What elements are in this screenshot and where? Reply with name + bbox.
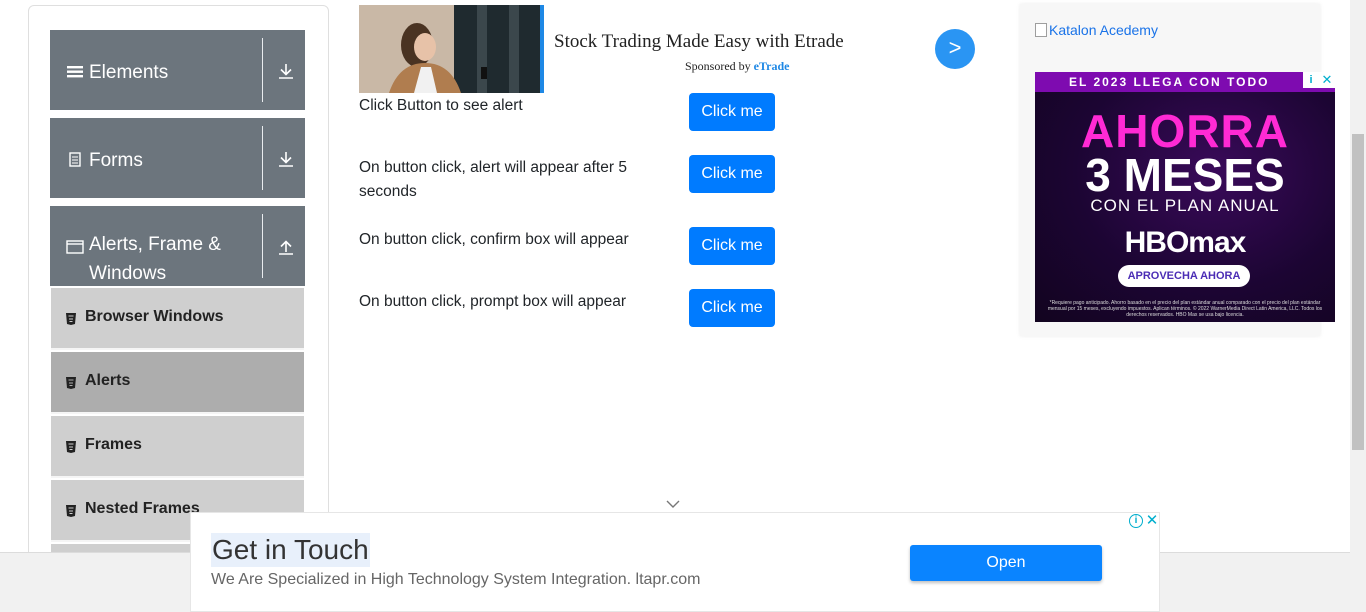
banner-cta-button[interactable]: APROVECHA AHORA — [1118, 265, 1250, 287]
chevron-down-icon[interactable] — [666, 499, 680, 509]
divider — [262, 126, 263, 190]
banner-topline: EL 2023 LLEGA CON TODO — [1035, 72, 1335, 92]
window-icon — [66, 240, 84, 254]
confirm-description: On button click, confirm box will appear — [359, 231, 629, 248]
bottom-ad[interactable]: Get in Touch We Are Specialized in High … — [190, 512, 1160, 612]
group-alerts-frame-windows[interactable]: Alerts, Frame & Windows — [50, 206, 305, 286]
download-icon[interactable] — [276, 149, 296, 169]
group-label: Elements — [89, 62, 169, 83]
timer-alert-button[interactable]: Click me — [689, 155, 775, 193]
scrollbar-thumb[interactable] — [1352, 134, 1364, 450]
broken-image-link[interactable]: Katalon Acedemy — [1035, 22, 1158, 38]
ad-image[interactable] — [359, 5, 544, 93]
bottom-ad-subtitle[interactable]: We Are Specialized in High Technology Sy… — [211, 571, 700, 589]
sidebar-item-label: Alerts — [85, 372, 131, 389]
sidebar-item-alerts[interactable]: Alerts — [51, 352, 304, 414]
sidebar-item-frames[interactable]: Frames — [51, 416, 304, 478]
prompt-description: On button click, prompt box will appear — [359, 293, 627, 310]
hbo-max-logo: HBOmax — [1124, 226, 1247, 259]
sponsored-prefix: Sponsored by — [685, 59, 751, 73]
group-forms[interactable]: Forms — [50, 118, 305, 198]
divider — [262, 214, 263, 278]
html5-icon — [66, 505, 76, 517]
page-scrollbar[interactable] — [1350, 0, 1366, 612]
open-button[interactable]: Open — [910, 545, 1102, 581]
html5-icon — [66, 377, 76, 389]
ad-info-icon[interactable]: i — [1303, 72, 1319, 88]
alert-button[interactable]: Click me — [689, 93, 775, 131]
ad-next-button[interactable]: > — [935, 29, 975, 69]
group-label: Alerts, Frame & Windows — [89, 234, 221, 284]
ad-close-icon[interactable]: ✕ — [1145, 513, 1159, 528]
banner-subline: CON EL PLAN ANUAL — [1090, 196, 1280, 215]
ad-sponsor-line: Sponsored by eTrade — [685, 59, 789, 74]
hbo-max-banner[interactable]: EL 2023 LLEGA CON TODO i ✕ AHORRA 3 MESE… — [1035, 72, 1335, 322]
sidebar-item-label: Browser Windows — [85, 308, 224, 325]
banner-headline-2: 3 MESES — [1085, 149, 1285, 201]
divider — [262, 38, 263, 102]
prompt-button[interactable]: Click me — [689, 289, 775, 327]
html5-icon — [66, 441, 76, 453]
ad-photo-woman — [359, 5, 540, 93]
alert-description: Click Button to see alert — [359, 97, 523, 114]
sponsored-ad[interactable]: Stock Trading Made Easy with Etrade Spon… — [359, 5, 979, 93]
sidebar-item-label: Frames — [85, 436, 142, 453]
group-label: Forms — [89, 150, 143, 171]
upload-icon[interactable] — [276, 237, 296, 257]
confirm-button[interactable]: Click me — [689, 227, 775, 265]
sponsor-brand[interactable]: eTrade — [754, 59, 790, 73]
group-elements[interactable]: Elements — [50, 30, 305, 110]
hamburger-icon — [67, 66, 83, 78]
broken-image-icon — [1035, 23, 1047, 37]
banner-fine-print: *Requiere pago anticipado. Ahorro basado… — [1047, 300, 1323, 318]
timer-alert-description: On button click, alert will appear after… — [359, 159, 627, 200]
ad-info-icon[interactable]: i — [1129, 514, 1143, 528]
sidebar: Elements Forms Alerts, Frame & Windows B… — [28, 5, 329, 565]
html5-icon — [66, 313, 76, 325]
ad-title[interactable]: Stock Trading Made Easy with Etrade — [554, 31, 844, 53]
download-icon[interactable] — [276, 61, 296, 81]
ad-close-icon[interactable]: ✕ — [1319, 72, 1335, 88]
bottom-ad-title[interactable]: Get in Touch — [211, 533, 370, 567]
sidebar-item-browser-windows[interactable]: Browser Windows — [51, 288, 304, 350]
broken-image-alt: Katalon Acedemy — [1049, 22, 1158, 38]
sidebar-item-label: Nested Frames — [85, 500, 200, 517]
document-icon — [69, 152, 81, 167]
